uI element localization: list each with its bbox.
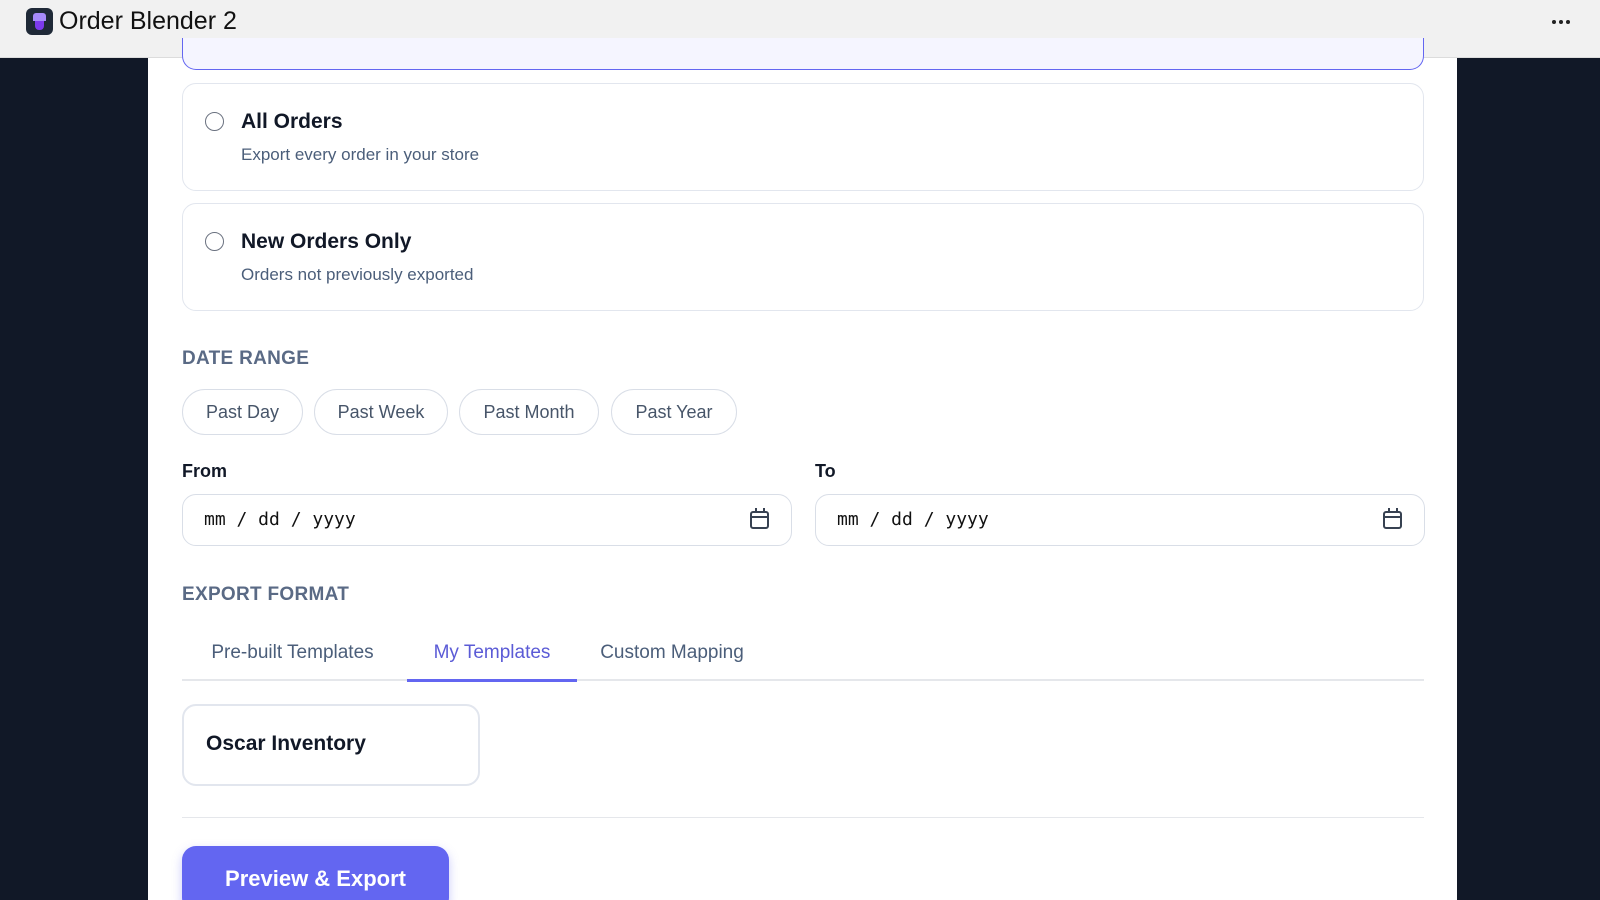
option-card-all-orders[interactable]: All Orders Export every order in your st… — [182, 83, 1424, 191]
app-title: Order Blender 2 — [59, 7, 237, 35]
export-format-heading: EXPORT FORMAT — [182, 584, 350, 605]
app-logo-icon — [26, 8, 53, 35]
divider — [182, 817, 1424, 818]
from-date-input[interactable]: mm / dd / yyyy — [182, 494, 792, 546]
option-title: All Orders — [241, 110, 343, 133]
more-horizontal-icon[interactable] — [1546, 9, 1576, 35]
from-label: From — [182, 461, 227, 481]
calendar-icon[interactable] — [750, 508, 769, 529]
radio-all-orders[interactable] — [205, 112, 224, 131]
date-range-heading: DATE RANGE — [182, 348, 310, 369]
tab-my-templates[interactable]: My Templates — [407, 628, 577, 682]
template-card[interactable]: Oscar Inventory — [182, 704, 480, 786]
option-title: New Orders Only — [241, 230, 412, 253]
preset-past-week[interactable]: Past Week — [314, 389, 448, 435]
radio-new-orders-only[interactable] — [205, 232, 224, 251]
preset-past-day[interactable]: Past Day — [182, 389, 303, 435]
to-label: To — [815, 461, 836, 481]
export-panel: All Orders Export every order in your st… — [148, 38, 1457, 900]
calendar-icon[interactable] — [1383, 508, 1402, 529]
tab-pre-built-templates[interactable]: Pre-built Templates — [182, 628, 403, 681]
tab-custom-mapping[interactable]: Custom Mapping — [582, 628, 762, 681]
option-description: Orders not previously exported — [241, 265, 474, 284]
to-date-input[interactable]: mm / dd / yyyy — [815, 494, 1425, 546]
option-card-new-orders-only[interactable]: New Orders Only Orders not previously ex… — [182, 203, 1424, 311]
preset-past-month[interactable]: Past Month — [459, 389, 599, 435]
selected-option-card-partial[interactable] — [182, 38, 1424, 70]
export-format-tabs: Pre-built Templates My Templates Custom … — [182, 628, 1424, 682]
template-name: Oscar Inventory — [206, 732, 366, 755]
preview-export-button[interactable]: Preview & Export — [182, 846, 449, 900]
preset-past-year[interactable]: Past Year — [611, 389, 737, 435]
from-date-placeholder: mm / dd / yyyy — [204, 509, 356, 530]
option-description: Export every order in your store — [241, 145, 480, 164]
to-date-placeholder: mm / dd / yyyy — [837, 509, 989, 530]
